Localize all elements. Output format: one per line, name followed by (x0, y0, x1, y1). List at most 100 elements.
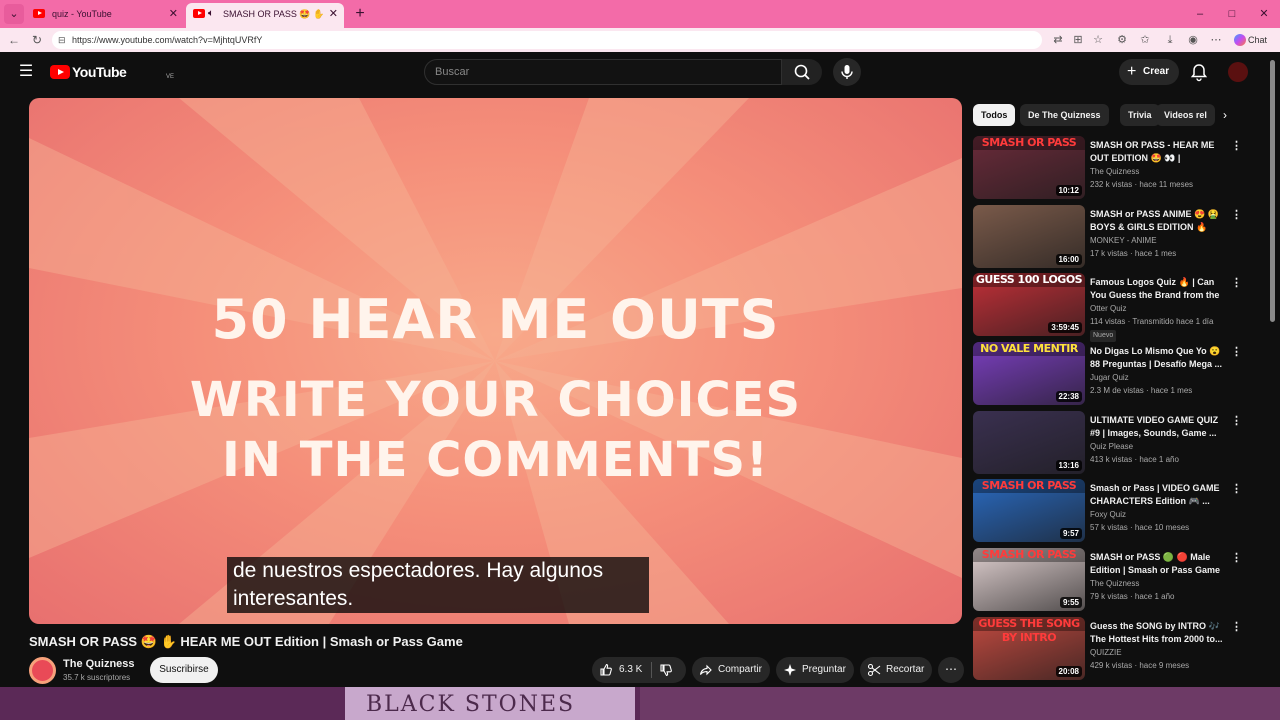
recommendation-title[interactable]: Smash or Pass | VIDEO GAME CHARACTERS Ed… (1090, 482, 1228, 508)
search-button[interactable] (782, 59, 822, 85)
extensions-icon[interactable]: ⚙ (1112, 30, 1132, 50)
recommendation-title[interactable]: SMASH or PASS ANIME 😍 🤮 BOYS & GIRLS EDI… (1090, 208, 1228, 234)
split-screen-icon[interactable]: ⊞ (1068, 30, 1088, 50)
caption-line: de nuestros espectadores. Hay algunos (233, 559, 604, 582)
recommendation-channel[interactable]: The Quizness (1090, 579, 1139, 588)
scrollbar-thumb[interactable] (1270, 60, 1275, 322)
tab-title: quiz - YouTube (52, 9, 112, 19)
recommendation-item[interactable]: SMASH OR PASS 9:55 SMASH or PASS 🟢 🔴 Male … (973, 548, 1263, 612)
chip-trivia[interactable]: Trivia (1120, 104, 1160, 126)
back-arrow-icon[interactable]: ← (4, 30, 24, 50)
tab-active-video[interactable]: 🔈︎ SMASH OR PASS 🤩 ✋ HEAR ✕ (186, 3, 344, 41)
create-button[interactable]: + Crear (1119, 59, 1179, 85)
more-options-icon[interactable]: ⋮ (1231, 344, 1242, 360)
channel-avatar[interactable] (29, 657, 56, 684)
download-icon[interactable]: ⤓ (1160, 30, 1180, 50)
like-button[interactable]: 6.3 K (592, 657, 650, 683)
new-tab-button[interactable]: + (350, 4, 370, 24)
sparkle-icon (784, 664, 796, 676)
more-options-icon[interactable]: ⋮ (1231, 481, 1242, 497)
refresh-icon[interactable]: ↻ (27, 30, 47, 50)
ask-button[interactable]: Preguntar (776, 657, 854, 683)
video-subheadline-2: IN THE COMMENTS! (222, 432, 769, 488)
recommendation-title[interactable]: No Digas Lo Mismo Que Yo 😮 88 Preguntas … (1090, 345, 1228, 371)
recommendation-title[interactable]: Guess the SONG by INTRO 🎶 The Hottest Hi… (1090, 620, 1228, 646)
more-options-icon[interactable]: ⋮ (1231, 550, 1242, 566)
closed-caption: de nuestros espectadores. Hay algunos in… (227, 557, 649, 613)
video-thumbnail[interactable]: NO VALE MENTIR 22:38 (973, 342, 1085, 405)
recommendation-title[interactable]: ULTIMATE VIDEO GAME QUIZ #9 | Images, So… (1090, 414, 1228, 440)
video-thumbnail[interactable]: SMASH OR PASS 10:12 (973, 136, 1085, 199)
recommendation-item[interactable]: GUESS THE SONG BY INTRO 20:08 Guess the SO… (973, 617, 1263, 681)
more-options-icon[interactable]: ⋮ (1231, 207, 1242, 223)
video-thumbnail[interactable]: GUESS 100 LOGOS 3:59:45 (973, 273, 1085, 336)
recommendation-item[interactable]: SMASH OR PASS 10:12 SMASH OR PASS - HEAR M… (973, 136, 1263, 200)
thumbnail-banner: GUESS THE SONG BY INTRO (973, 617, 1085, 644)
more-menu-icon[interactable]: ⋯ (1206, 30, 1226, 50)
tab-list-button[interactable]: ⌄ (4, 4, 24, 24)
dislike-button[interactable] (652, 657, 686, 683)
more-actions-button[interactable]: ⋯ (938, 657, 964, 683)
more-options-icon[interactable]: ⋮ (1231, 619, 1242, 635)
site-info-icon[interactable]: ⊟ (58, 31, 66, 49)
notifications-button[interactable] (1186, 59, 1212, 85)
recommendation-title[interactable]: SMASH OR PASS - HEAR ME OUT EDITION 🤩 👀 … (1090, 139, 1228, 165)
thumbnail-banner: NO VALE MENTIR (973, 342, 1085, 356)
recommendation-channel[interactable]: MONKEY - ANIME (1090, 236, 1157, 245)
recommendation-channel[interactable]: Foxy Quiz (1090, 510, 1126, 519)
recommendation-channel[interactable]: QUIZZIE (1090, 648, 1122, 657)
more-options-icon[interactable]: ⋮ (1231, 138, 1242, 154)
voice-search-button[interactable] (833, 58, 861, 86)
chevron-right-icon[interactable]: › (1216, 106, 1234, 124)
recommendation-channel[interactable]: Quiz Please (1090, 442, 1133, 451)
recommendation-item[interactable]: NO VALE MENTIR 22:38 No Digas Lo Mismo Que… (973, 342, 1263, 406)
recommendation-channel[interactable]: The Quizness (1090, 167, 1139, 176)
recommendation-title[interactable]: SMASH or PASS 🟢 🔴 Male Edition | Smash o… (1090, 551, 1228, 577)
tab-quiz-youtube[interactable]: quiz - YouTube ✕ (26, 3, 184, 28)
thumbnail-banner (973, 205, 1085, 219)
chip-all[interactable]: Todos (973, 104, 1016, 126)
account-avatar[interactable] (1228, 62, 1248, 82)
chip-channel[interactable]: De The Quizness (1020, 104, 1109, 126)
thumbnail-banner: SMASH OR PASS (973, 136, 1085, 150)
channel-name[interactable]: The Quizness (63, 658, 135, 670)
video-player[interactable]: 50 HEAR ME OUTS WRITE YOUR CHOICES IN TH… (29, 98, 962, 624)
video-thumbnail[interactable]: 13:16 (973, 411, 1085, 474)
more-options-icon[interactable]: ⋮ (1231, 275, 1242, 291)
chip-related[interactable]: Videos rel (1156, 104, 1215, 126)
translate-icon[interactable]: ⇄ (1048, 30, 1068, 50)
plus-icon: + (1127, 63, 1137, 80)
more-options-icon[interactable]: ⋮ (1231, 413, 1242, 429)
video-thumbnail[interactable]: SMASH OR PASS 9:55 (973, 548, 1085, 611)
url-text: https://www.youtube.com/watch?v=MjhtqUVR… (72, 35, 263, 45)
close-tab-icon[interactable]: ✕ (169, 3, 178, 25)
recommendation-item[interactable]: 16:00 SMASH or PASS ANIME 😍 🤮 BOYS & GIRL… (973, 205, 1263, 269)
recommendation-item[interactable]: SMASH OR PASS 9:57 Smash or Pass | VIDEO G… (973, 479, 1263, 543)
video-thumbnail[interactable]: GUESS THE SONG BY INTRO 20:08 (973, 617, 1085, 680)
clip-button[interactable]: Recortar (860, 657, 932, 683)
profile-icon[interactable]: ◉ (1183, 30, 1203, 50)
duration-badge: 13:16 (1055, 460, 1082, 471)
favorites-icon[interactable]: ✩ (1135, 30, 1155, 50)
video-thumbnail[interactable]: SMASH OR PASS 9:57 (973, 479, 1085, 542)
search-input[interactable]: Buscar (424, 59, 782, 85)
share-button[interactable]: Compartir (692, 657, 770, 683)
maximize-button[interactable]: □ (1216, 4, 1248, 24)
recommendation-item[interactable]: 13:16 ULTIMATE VIDEO GAME QUIZ #9 | Image… (973, 411, 1263, 475)
recommendation-channel[interactable]: Jugar Quiz (1090, 373, 1129, 382)
subscribe-button[interactable]: Suscribirse (150, 657, 218, 683)
recommendation-channel[interactable]: Otter Quiz (1090, 304, 1126, 313)
url-field[interactable]: ⊟ https://www.youtube.com/watch?v=MjhtqU… (52, 31, 1042, 49)
close-tab-icon[interactable]: ✕ (329, 3, 338, 25)
recommendation-item[interactable]: GUESS 100 LOGOS 3:59:45 Famous Logos Quiz … (973, 273, 1263, 342)
recommendation-title[interactable]: Famous Logos Quiz 🔥 | Can You Guess the … (1090, 276, 1228, 302)
video-headline: 50 HEAR ME OUTS (211, 288, 780, 351)
favorite-star-icon[interactable]: ☆ (1088, 30, 1108, 50)
minimize-button[interactable]: – (1184, 4, 1216, 24)
duration-badge: 20:08 (1055, 666, 1082, 677)
video-thumbnail[interactable]: 16:00 (973, 205, 1085, 268)
speaker-icon[interactable]: 🔈︎ (208, 3, 214, 25)
copilot-chat-button[interactable]: Chat (1232, 32, 1267, 48)
close-window-button[interactable]: ✕ (1248, 4, 1280, 24)
menu-icon[interactable]: ☰ (16, 62, 36, 82)
